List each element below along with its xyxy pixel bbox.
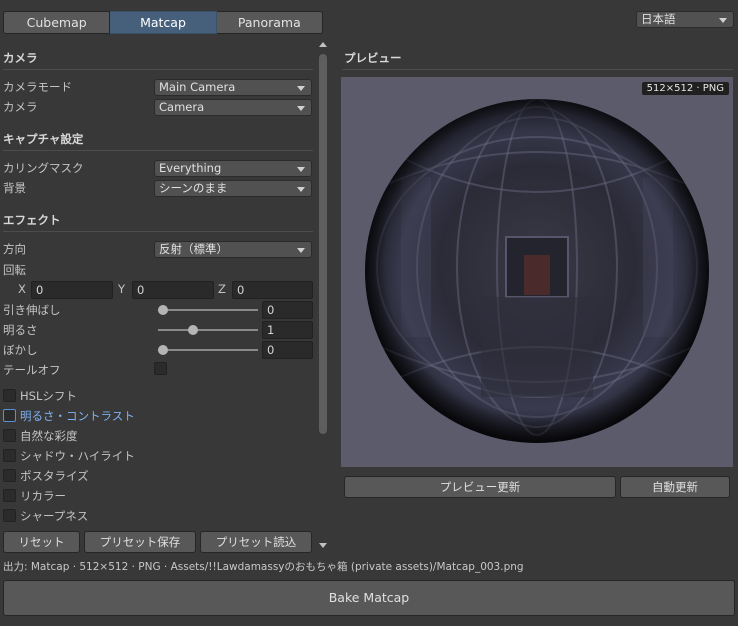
reset-button[interactable]: リセット bbox=[3, 531, 80, 553]
rotation-x-field[interactable]: 0 bbox=[31, 281, 113, 299]
blur-slider-track[interactable] bbox=[158, 349, 258, 351]
scroll-down-icon[interactable] bbox=[319, 543, 327, 548]
rotation-z-field[interactable]: 0 bbox=[232, 281, 313, 299]
background-dropdown[interactable]: シーンのまま bbox=[154, 180, 312, 197]
option-label[interactable]: HSLシフト bbox=[20, 388, 77, 404]
camera-dropdown[interactable]: Camera bbox=[154, 99, 312, 116]
falloff-checkbox[interactable] bbox=[154, 362, 167, 375]
scrollbar-thumb[interactable] bbox=[319, 54, 327, 434]
tab-matcap[interactable]: Matcap bbox=[110, 11, 217, 34]
option-checkbox[interactable] bbox=[3, 389, 16, 402]
option-label[interactable]: ポスタライズ bbox=[20, 468, 89, 484]
rotation-y-label: Y bbox=[118, 282, 126, 296]
option-label[interactable]: 明るさ・コントラスト bbox=[20, 408, 135, 424]
chevron-down-icon bbox=[297, 106, 305, 111]
background-value: シーンのまま bbox=[159, 181, 228, 195]
falloff-label: テールオフ bbox=[3, 363, 61, 377]
background-label: 背景 bbox=[3, 181, 26, 195]
stretch-slider-track[interactable] bbox=[158, 309, 258, 311]
stretch-field[interactable]: 0 bbox=[262, 301, 313, 319]
option-checkbox[interactable] bbox=[3, 489, 16, 502]
culling-mask-value: Everything bbox=[159, 161, 222, 175]
matcap-sphere-image bbox=[365, 99, 709, 443]
divider bbox=[3, 69, 313, 70]
option-label[interactable]: シャドウ・ハイライト bbox=[20, 448, 135, 464]
camera-mode-value: Main Camera bbox=[159, 80, 236, 94]
rotation-label: 回転 bbox=[3, 263, 26, 277]
divider bbox=[342, 69, 733, 70]
mode-tabs: Cubemap Matcap Panorama bbox=[3, 11, 323, 34]
direction-dropdown[interactable]: 反射（標準） bbox=[154, 241, 312, 258]
brightness-field[interactable]: 1 bbox=[262, 321, 313, 339]
direction-value: 反射（標準） bbox=[159, 242, 228, 256]
option-label[interactable]: リカラー bbox=[20, 488, 66, 504]
direction-label: 方向 bbox=[3, 242, 26, 256]
language-dropdown[interactable]: 日本語 bbox=[636, 11, 734, 28]
matcap-preview: 512×512 · PNG bbox=[341, 77, 733, 467]
refresh-preview-button[interactable]: プレビュー更新 bbox=[344, 476, 616, 498]
resolution-badge: 512×512 · PNG bbox=[641, 82, 729, 95]
culling-mask-label: カリングマスク bbox=[3, 161, 84, 175]
camera-value: Camera bbox=[159, 100, 205, 114]
camera-section-title: カメラ bbox=[3, 51, 38, 65]
tab-cubemap[interactable]: Cubemap bbox=[3, 11, 111, 34]
option-label[interactable]: シャープネス bbox=[20, 508, 88, 524]
chevron-down-icon bbox=[297, 248, 305, 253]
stretch-label: 引き伸ばし bbox=[3, 303, 61, 317]
camera-mode-label: カメラモード bbox=[3, 80, 72, 94]
option-checkbox[interactable] bbox=[3, 409, 16, 422]
effect-section-title: エフェクト bbox=[3, 213, 61, 227]
brightness-slider-track[interactable] bbox=[158, 329, 258, 331]
blur-slider-thumb[interactable] bbox=[158, 345, 168, 355]
culling-mask-dropdown[interactable]: Everything bbox=[154, 160, 312, 177]
blur-field[interactable]: 0 bbox=[262, 341, 313, 359]
language-value: 日本語 bbox=[641, 12, 676, 26]
chevron-down-icon bbox=[297, 187, 305, 192]
brightness-label: 明るさ bbox=[3, 323, 38, 337]
stretch-slider-thumb[interactable] bbox=[158, 305, 168, 315]
output-path-text: 出力: Matcap · 512×512 · PNG · Assets/!!La… bbox=[3, 561, 524, 573]
chevron-down-icon bbox=[297, 86, 305, 91]
tab-panorama[interactable]: Panorama bbox=[216, 11, 323, 34]
divider bbox=[3, 231, 313, 232]
divider bbox=[3, 150, 313, 151]
save-preset-button[interactable]: プリセット保存 bbox=[84, 531, 196, 553]
option-label[interactable]: 自然な彩度 bbox=[20, 428, 78, 444]
capture-section-title: キャプチャ設定 bbox=[3, 132, 84, 146]
bake-matcap-button[interactable]: Bake Matcap bbox=[3, 580, 735, 616]
chevron-down-icon bbox=[719, 18, 727, 23]
camera-label: カメラ bbox=[3, 100, 38, 114]
camera-mode-dropdown[interactable]: Main Camera bbox=[154, 79, 312, 96]
rotation-y-field[interactable]: 0 bbox=[132, 281, 214, 299]
chevron-down-icon bbox=[297, 167, 305, 172]
brightness-slider-thumb[interactable] bbox=[187, 325, 198, 335]
preview-title: プレビュー bbox=[344, 51, 402, 65]
option-checkbox[interactable] bbox=[3, 429, 16, 442]
option-checkbox[interactable] bbox=[3, 449, 16, 462]
auto-update-button[interactable]: 自動更新 bbox=[620, 476, 730, 498]
option-checkbox[interactable] bbox=[3, 469, 16, 482]
rotation-z-label: Z bbox=[218, 282, 226, 296]
rotation-x-label: X bbox=[18, 282, 26, 296]
scroll-up-icon[interactable] bbox=[319, 42, 327, 47]
blur-label: ぼかし bbox=[3, 343, 38, 357]
load-preset-button[interactable]: プリセット読込 bbox=[200, 531, 312, 553]
option-checkbox[interactable] bbox=[3, 509, 16, 522]
